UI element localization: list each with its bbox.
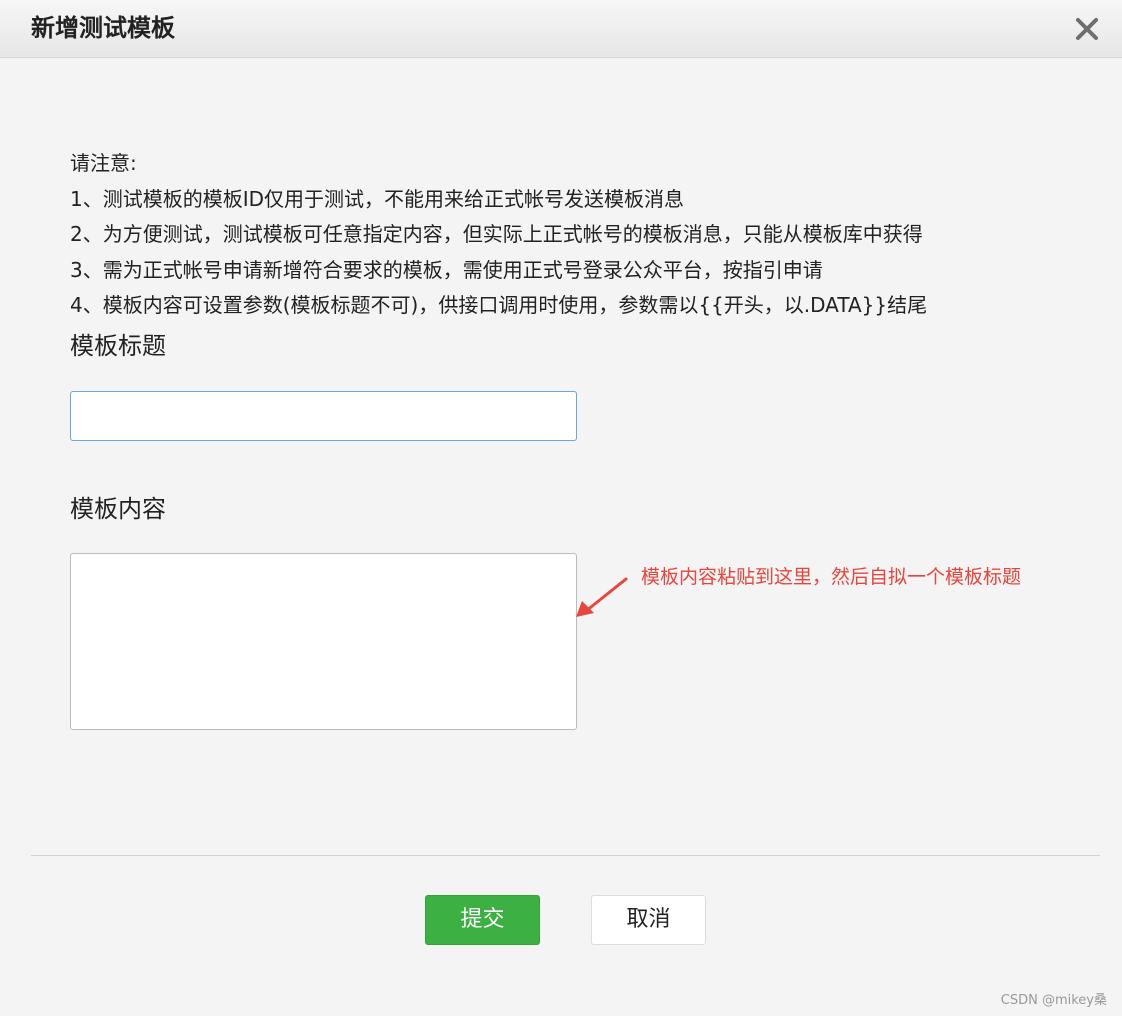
footer-divider (31, 855, 1100, 856)
template-title-input[interactable] (70, 391, 577, 441)
watermark: CSDN @mikey桑 (1000, 993, 1107, 1008)
notice-item: 3、需为正式帐号申请新增符合要求的模板，需使用正式号登录公众平台，按指引申请 (70, 257, 823, 282)
cancel-button[interactable]: 取消 (591, 895, 706, 945)
template-content-label: 模板内容 (70, 495, 166, 523)
dialog-title: 新增测试模板 (31, 14, 175, 42)
annotation-text: 模板内容粘贴到这里，然后自拟一个模板标题 (641, 566, 1022, 588)
notice-item: 2、为方便测试，测试模板可任意指定内容，但实际上正式帐号的模板消息，只能从模板库… (70, 222, 923, 246)
notice-block: 请注意: 1、测试模板的模板ID仅用于测试，不能用来给正式帐号发送模板消息 2、… (70, 146, 1090, 324)
close-icon (1076, 18, 1098, 40)
submit-button[interactable]: 提交 (425, 895, 540, 945)
notice-heading: 请注意: (70, 151, 137, 175)
template-content-textarea[interactable] (70, 553, 577, 730)
notice-item: 4、模板内容可设置参数(模板标题不可)，供接口调用时使用，参数需以{{开头，以.… (70, 293, 928, 317)
annotation-arrow-icon (576, 577, 628, 617)
close-button[interactable] (1074, 16, 1100, 42)
dialog-header: 新增测试模板 (0, 0, 1122, 58)
add-test-template-dialog: 新增测试模板 请注意: 1、测试模板的模板ID仅用于测试，不能用来给正式帐号发送… (0, 0, 1122, 1016)
notice-item: 1、测试模板的模板ID仅用于测试，不能用来给正式帐号发送模板消息 (70, 186, 685, 211)
template-title-label: 模板标题 (70, 332, 166, 360)
